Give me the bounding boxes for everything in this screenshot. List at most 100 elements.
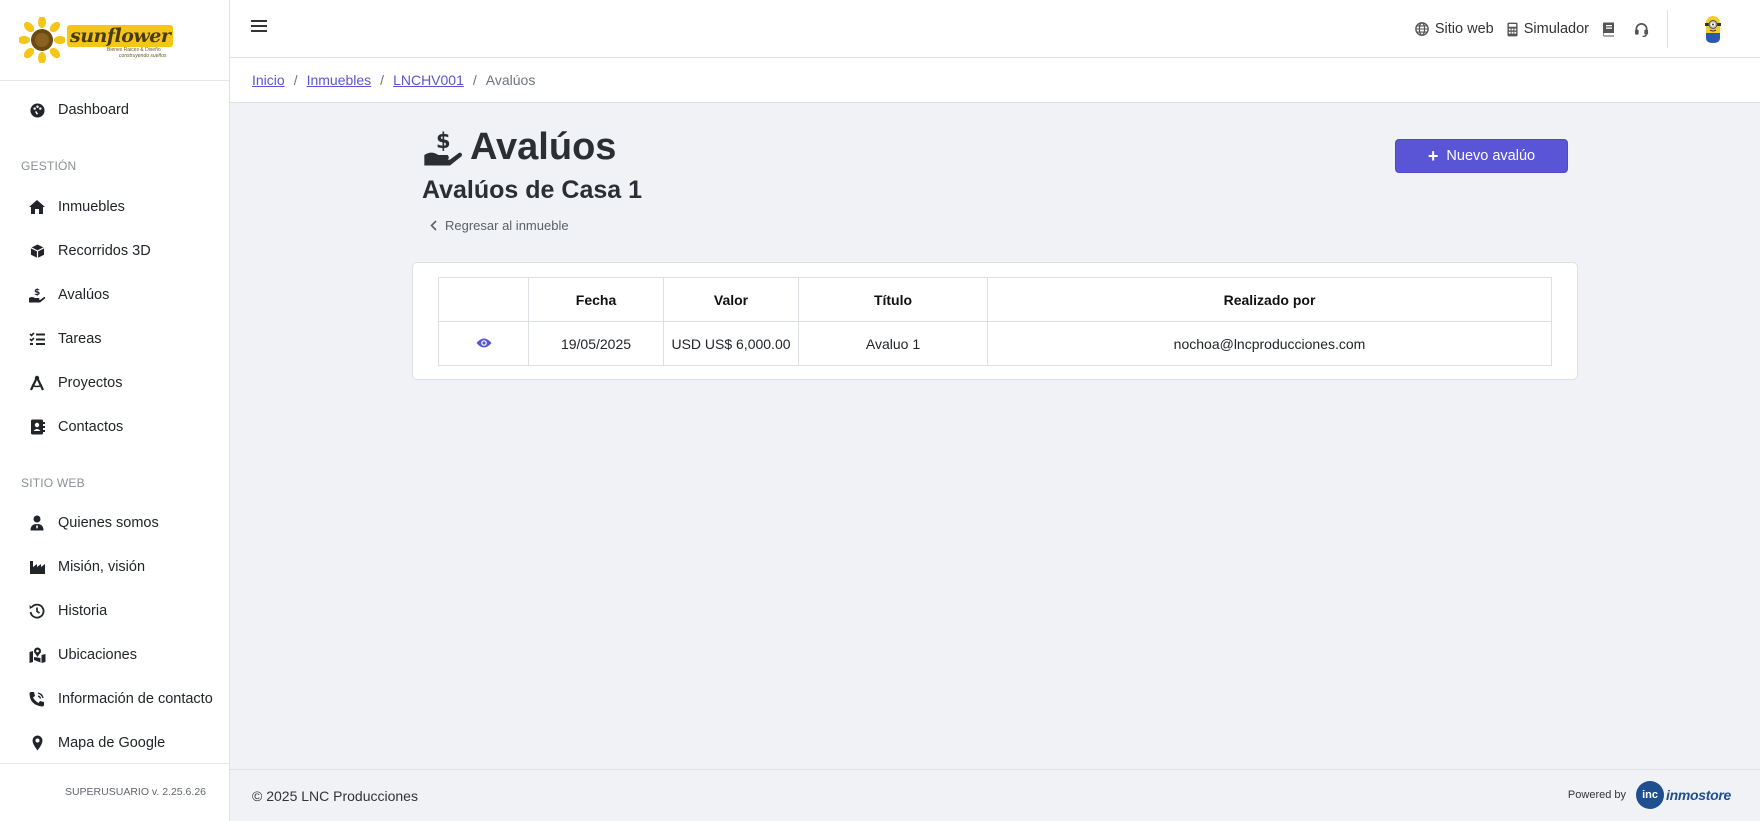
industry-icon (27, 557, 47, 577)
compass-drafting-icon (27, 373, 47, 393)
header-fecha: Fecha (528, 277, 664, 322)
row-realizado-por: nochoa@lncproducciones.com (987, 321, 1552, 366)
sitio-web-label: Sitio web (1434, 21, 1494, 37)
headset-icon (1634, 22, 1649, 37)
sidebar-item-label: Tareas (58, 331, 102, 347)
user-avatar-minion-icon[interactable] (1703, 14, 1723, 46)
sidebar-divider (0, 763, 229, 764)
sidebar-item-label: Proyectos (58, 375, 123, 391)
sidebar-item-label: Misión, visión (58, 559, 146, 575)
sidebar-item-ubicaciones[interactable]: Ubicaciones (0, 633, 229, 677)
book-icon (1603, 22, 1614, 36)
breadcrumb-separator: / (293, 72, 298, 88)
sidebar-item-label: Historia (58, 603, 108, 619)
table-header-row: Fecha Valor Título Realizado por (438, 277, 1552, 322)
sidebar: sunflower Bienes Raices & Diseño constru… (0, 0, 230, 821)
user-tie-icon (27, 513, 47, 533)
sidebar-item-label: Mapa de Google (58, 735, 166, 751)
view-eye-icon[interactable] (476, 337, 492, 349)
inmostore-wordmark: inmostore (1666, 787, 1731, 803)
row-fecha: 19/05/2025 (528, 321, 664, 366)
sidebar-item-label: Avalúos (58, 287, 110, 303)
breadcrumb-inmuebles[interactable]: Inmuebles (307, 72, 372, 88)
row-titulo: Avaluo 1 (798, 321, 988, 366)
inmostore-mark-icon: inc (1636, 781, 1665, 809)
breadcrumb-current: Avalúos (485, 72, 536, 88)
back-to-inmueble-link[interactable]: Regresar al inmueble (430, 218, 569, 233)
sidebar-item-historia[interactable]: Historia (0, 589, 229, 633)
svg-text:$: $ (436, 129, 451, 153)
section-gestion-heading: GESTIÓN (21, 159, 77, 173)
footer: © 2025 LNC Producciones Powered by inc i… (230, 769, 1760, 821)
table-row: 19/05/2025 USD US$ 6,000.00 Avaluo 1 noc… (438, 321, 1552, 366)
brand-wordmark: sunflower Bienes Raices & Diseño constru… (67, 25, 177, 59)
sidebar-item-proyectos[interactable]: Proyectos (0, 361, 229, 405)
sidebar-item-quienes-somos[interactable]: Quienes somos (0, 501, 229, 545)
page-subtitle: Avalúos de Casa 1 (422, 176, 643, 204)
brand-tagline-2: construyendo sueños (119, 53, 167, 59)
hand-dollar-icon: $ (424, 129, 462, 165)
sidebar-item-label: Ubicaciones (58, 647, 137, 663)
sidebar-item-recorridos-3d[interactable]: Recorridos 3D (0, 229, 229, 273)
avaluos-table: Fecha Valor Título Realizado por 19/05/2… (438, 277, 1552, 366)
sidebar-item-dashboard[interactable]: Dashboard (0, 88, 229, 132)
breadcrumb-inicio[interactable]: Inicio (252, 72, 285, 88)
inmostore-logo[interactable]: inc inmostore (1636, 781, 1731, 809)
header-valor: Valor (663, 277, 799, 322)
version-label: SUPERUSUARIO v. 2.25.6.26 (64, 786, 206, 798)
address-book-icon (27, 417, 47, 437)
copyright-text: © 2025 LNC Producciones (252, 788, 418, 804)
sidebar-item-label: Inmuebles (58, 199, 125, 215)
page-title-text: Avalúos (470, 126, 617, 168)
breadcrumb-separator: / (472, 72, 477, 88)
new-avaluo-button[interactable]: + Nuevo avalúo (1395, 139, 1568, 173)
top-bar: Sitio web Simulador (230, 0, 1760, 58)
logo-area: sunflower Bienes Raices & Diseño constru… (0, 0, 229, 81)
sunflower-logo-icon (19, 17, 65, 63)
simulador-label: Simulador (1523, 21, 1589, 37)
plus-icon: + (1427, 146, 1439, 166)
sidebar-item-label: Contactos (58, 419, 124, 435)
sidebar-item-informacion-contacto[interactable]: Información de contacto (0, 677, 229, 721)
breadcrumb-separator: / (380, 72, 385, 88)
new-avaluo-label: Nuevo avalúo (1446, 148, 1536, 164)
sidebar-item-label: Recorridos 3D (58, 243, 151, 259)
header-realizado-por: Realizado por (987, 277, 1552, 322)
map-pin-icon (27, 733, 47, 753)
sidebar-item-inmuebles[interactable]: Inmuebles (0, 185, 229, 229)
sidebar-item-tareas[interactable]: Tareas (0, 317, 229, 361)
sidebar-item-mision-vision[interactable]: Misión, visión (0, 545, 229, 589)
topbar-divider (1667, 10, 1668, 48)
top-links: Sitio web Simulador (1402, 0, 1655, 58)
breadcrumb-inmueble-code[interactable]: LNCHV001 (393, 72, 464, 88)
sidebar-item-label: Quienes somos (58, 515, 159, 531)
sitio-web-link[interactable]: Sitio web (1415, 21, 1494, 37)
support-button[interactable] (1634, 22, 1655, 37)
palette-icon (27, 100, 47, 120)
sidebar-item-label: Dashboard (58, 102, 129, 118)
back-link-label: Regresar al inmueble (445, 218, 569, 233)
powered-by: Powered by inc inmostore (1568, 781, 1731, 809)
home-icon (27, 197, 47, 217)
section-sitio-web-heading: SITIO WEB (21, 476, 85, 490)
sidebar-item-mapa-google[interactable]: Mapa de Google (0, 721, 229, 765)
row-valor: USD US$ 6,000.00 (663, 321, 799, 366)
sidebar-item-contactos[interactable]: Contactos (0, 405, 229, 449)
docs-button[interactable] (1602, 22, 1621, 37)
list-check-icon (27, 329, 47, 349)
page-title: $ Avalúos (422, 126, 616, 169)
hand-dollar-icon: $ (27, 285, 47, 305)
brand-logo[interactable]: sunflower Bienes Raices & Diseño constru… (19, 17, 177, 63)
simulador-link[interactable]: Simulador (1507, 21, 1589, 37)
row-actions-cell (438, 321, 529, 366)
breadcrumb: Inicio / Inmuebles / LNCHV001 / Avalúos (230, 58, 1760, 103)
hamburger-menu-icon[interactable] (250, 17, 268, 35)
brand-name: sunflower (67, 25, 174, 47)
svg-text:$: $ (34, 288, 40, 298)
sidebar-item-label: Información de contacto (58, 691, 213, 707)
header-titulo: Título (798, 277, 988, 322)
globe-icon (1415, 22, 1429, 36)
avaluos-table-card: Fecha Valor Título Realizado por 19/05/2… (412, 262, 1578, 380)
sidebar-item-avaluos[interactable]: $ Avalúos (0, 273, 229, 317)
chevron-left-icon (430, 220, 437, 231)
